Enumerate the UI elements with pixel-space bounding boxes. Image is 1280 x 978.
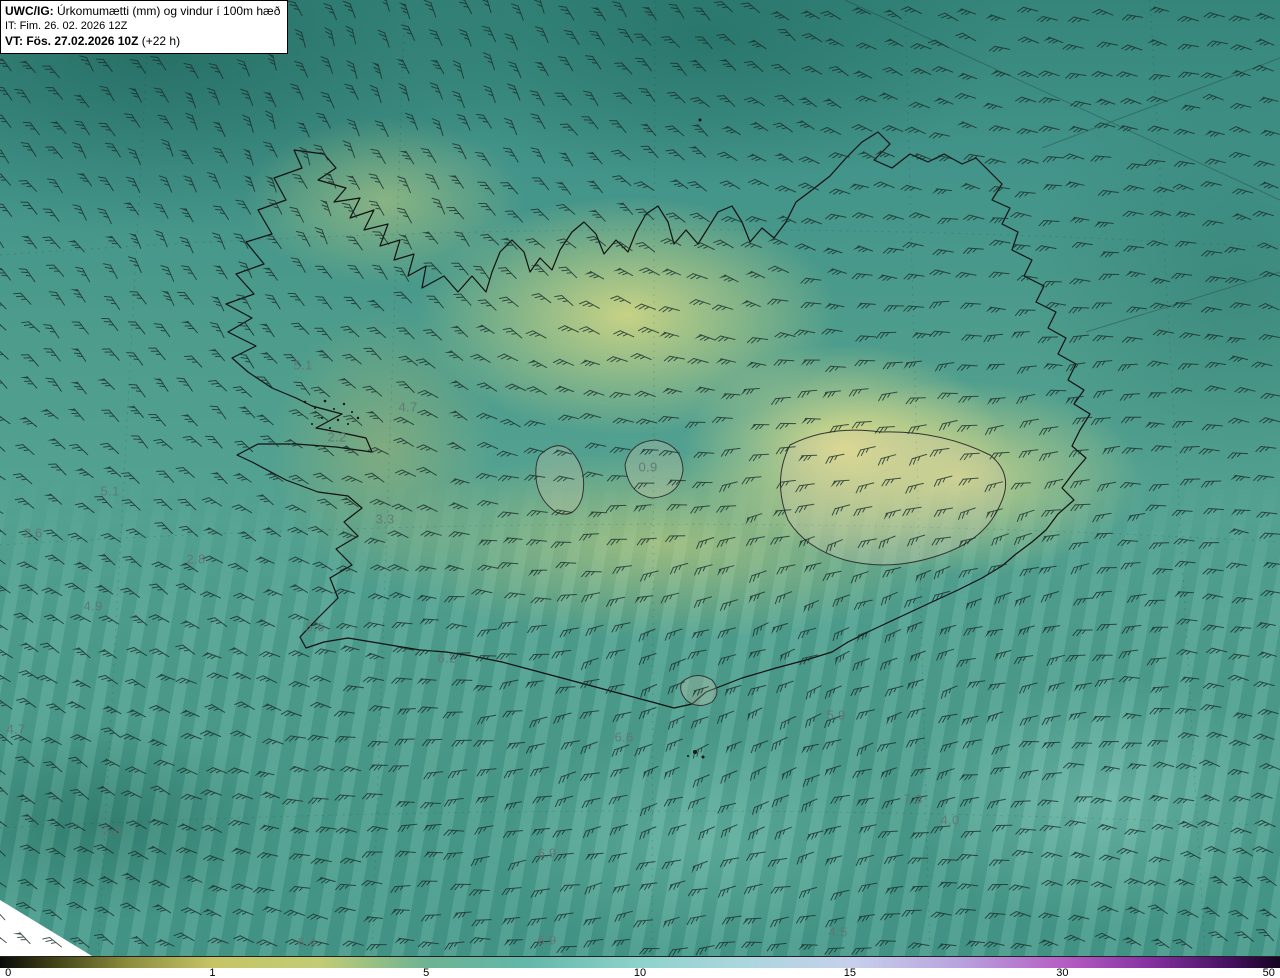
weather-chart-page: 5.1 4.7 2.2 5.1 2.6 3.3 2.8 0.9 4.9 5.6 6.2 6.6 5.9 4… [0, 0, 1280, 978]
colorbar-tick-label: 30 [1056, 967, 1069, 978]
precip-value-label: 2.6 [23, 525, 43, 541]
precip-value-label: 7.3 [903, 791, 923, 807]
glacier-outlines [535, 429, 1007, 706]
colorbar-tick-label: 10 [633, 967, 647, 978]
colorbar-tick-label: 15 [843, 967, 857, 978]
precip-value-label: 4.0 [940, 812, 960, 828]
precip-value-label: 6.2 [437, 650, 457, 666]
precip-value-label: 5.1 [293, 357, 313, 373]
precip-value-label: 5.9 [826, 707, 846, 723]
precip-value-label: 2.2 [327, 429, 347, 445]
precip-value-label: 0.9 [638, 459, 658, 475]
precip-value-label: 4.5 [828, 924, 848, 940]
valid-time-line: VT: Fös. 27.02.2026 10Z (+22 h) [5, 34, 280, 49]
model-id: UWC/IG: [5, 4, 54, 18]
precip-value-label: 4.7 [398, 399, 418, 415]
init-time: IT: Fim. 26. 02. 2026 12Z [5, 20, 128, 32]
colorbar-tick-label: 50 [1262, 967, 1275, 978]
colorbar-tick-label: 5 [423, 967, 430, 978]
precip-value-label: 3.3 [375, 511, 395, 527]
precip-value-label: 4.7 [6, 721, 26, 737]
colorbar-tick-label: 1 [209, 967, 216, 978]
precip-value-label: 2.8 [186, 551, 206, 567]
projection-frame-lines [844, 0, 1280, 333]
chart-title: Úrkomumætti (mm) og vindur í 100m hæð [53, 4, 281, 18]
title-box: UWC/IG: Úrkomumætti (mm) og vindur í 100… [0, 0, 289, 54]
precip-value-label: 6.9 [537, 845, 557, 861]
precip-value-label: 6.4 [297, 934, 317, 950]
lead-time: (+22 h) [138, 34, 181, 48]
map-overlay [0, 0, 1280, 956]
precip-value-label: 5.6 [305, 619, 325, 635]
precip-value-label: 4.9 [83, 598, 103, 614]
colorbar-tick-label: 0 [5, 967, 12, 978]
precip-value-label: 6.6 [614, 729, 634, 745]
map-canvas: 5.1 4.7 2.2 5.1 2.6 3.3 2.8 0.9 4.9 5.6 6.2 6.6 5.9 4… [0, 0, 1280, 956]
precip-value-label: 2.8 [102, 823, 122, 839]
map-corner-mask [0, 900, 92, 956]
valid-time: VT: Fös. 27.02.2026 10Z [5, 34, 139, 48]
colorbar-tick-row: 0 1 5 10 15 30 50 [0, 967, 1280, 978]
precip-value-label: 6.9 [537, 932, 557, 948]
chart-title-line: UWC/IG: Úrkomumætti (mm) og vindur í 100… [5, 4, 280, 19]
precip-value-label: 5.1 [100, 483, 120, 499]
colorbar: 0 1 5 10 15 30 50 [0, 956, 1280, 978]
